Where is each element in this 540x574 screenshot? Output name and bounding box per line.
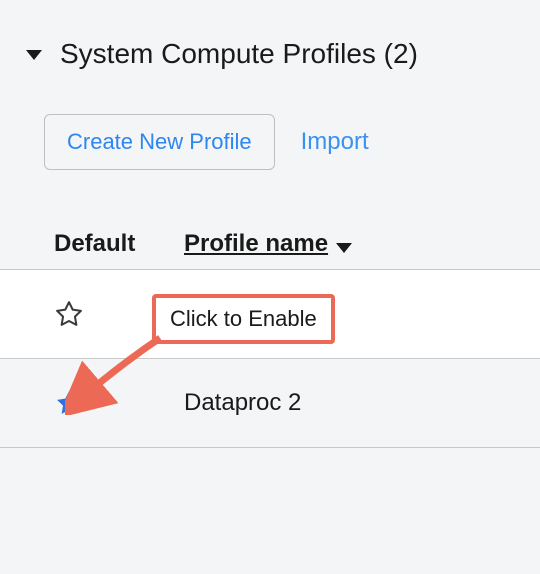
column-header-name-label: Profile name [184, 230, 328, 258]
sort-descending-icon [336, 243, 352, 253]
column-header-default: Default [54, 230, 184, 258]
chevron-down-icon[interactable] [26, 50, 42, 60]
compute-profiles-panel: System Compute Profiles (2) Create New P… [0, 0, 540, 574]
star-filled-icon[interactable] [54, 388, 84, 418]
actions-row: Create New Profile Import [44, 114, 540, 170]
profile-name: Dataproc 2 [184, 389, 301, 417]
import-link[interactable]: Import [301, 128, 369, 156]
table-row[interactable]: Dataproc 2 [0, 358, 540, 448]
table-header: Default Profile name [0, 230, 540, 258]
section-header: System Compute Profiles (2) [0, 0, 540, 70]
create-new-profile-button[interactable]: Create New Profile [44, 114, 275, 170]
column-header-name[interactable]: Profile name [184, 230, 352, 258]
default-toggle-cell [54, 388, 184, 418]
star-outline-icon[interactable] [54, 299, 84, 329]
section-title: System Compute Profiles (2) [60, 38, 418, 70]
annotation-callout: Click to Enable [152, 294, 335, 344]
